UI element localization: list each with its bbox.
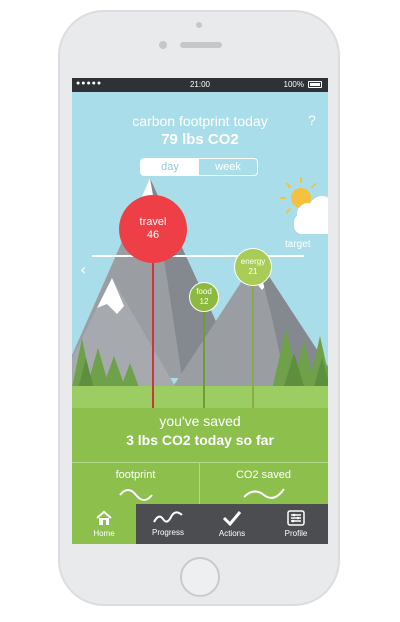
earpiece-speaker [180, 42, 222, 48]
co2-saved-card-label: CO2 saved [235, 469, 292, 481]
tab-home[interactable]: Home [72, 504, 136, 544]
battery-icon [308, 81, 322, 88]
tab-actions[interactable]: Actions [200, 504, 264, 544]
tab-progress-label: Progress [151, 528, 184, 537]
toggle-week[interactable]: week [199, 159, 257, 175]
target-label: target [285, 239, 311, 250]
help-button[interactable]: ? [308, 112, 316, 128]
proximity-sensor [196, 22, 202, 28]
footprint-value: 79 lbs CO2 [161, 131, 239, 148]
tab-profile[interactable]: Profile [264, 504, 328, 544]
bubble-travel-value: 46 [146, 229, 160, 241]
toggle-day[interactable]: day [141, 159, 199, 175]
bubble-food-label: food [196, 287, 212, 297]
tab-bar: Home Progress Actions Profile [72, 504, 328, 544]
home-button[interactable] [180, 557, 220, 597]
profile-icon [287, 510, 305, 526]
tab-home-label: Home [93, 529, 115, 538]
tab-profile-label: Profile [284, 529, 308, 538]
saved-heading: you've saved [159, 413, 241, 429]
footprint-sparkline [118, 489, 153, 501]
page-title: carbon footprint today [132, 113, 268, 129]
bubble-energy-label: energy [240, 257, 266, 267]
bubble-energy-value: 21 [248, 267, 258, 276]
bubble-food[interactable]: food 12 [189, 282, 219, 312]
bubble-travel-label: travel [139, 215, 167, 228]
app-screen: ●●●●● 21:00 100% carbon footprint today … [72, 78, 328, 544]
period-toggle: day week [140, 158, 258, 176]
footprint-card-label: footprint [115, 469, 156, 481]
progress-icon [153, 511, 183, 523]
bubble-travel[interactable]: travel 46 [119, 195, 187, 263]
tab-actions-label: Actions [218, 529, 246, 538]
footprint-card[interactable]: footprint [72, 463, 200, 507]
co2-saved-card[interactable]: CO2 saved [200, 463, 327, 507]
bubble-food-value: 12 [199, 297, 209, 306]
tab-progress[interactable]: Progress [136, 504, 200, 544]
front-camera [159, 41, 167, 49]
battery-percent: 100% [283, 80, 304, 89]
check-icon [222, 511, 242, 526]
bubble-energy[interactable]: energy 21 [234, 248, 272, 286]
status-bar: ●●●●● 21:00 100% [72, 78, 328, 92]
co2-saved-sparkline [242, 488, 285, 499]
home-icon [96, 510, 112, 525]
summary-cards: footprint CO2 saved [72, 462, 328, 507]
saved-amount: 3 lbs CO2 today so far [126, 432, 274, 448]
chevron-left-icon[interactable]: ‹ [80, 260, 86, 279]
